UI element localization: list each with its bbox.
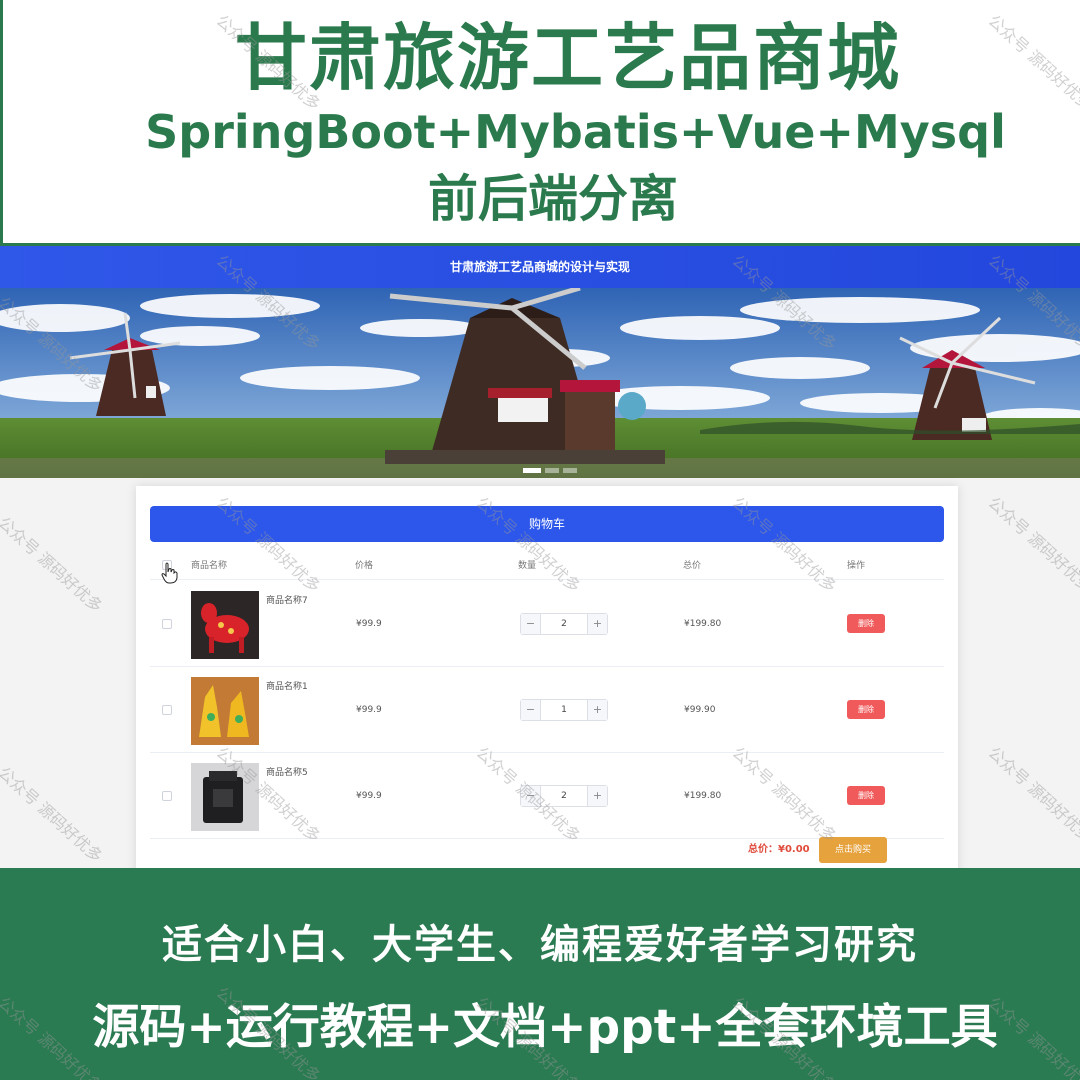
- column-header-actions: 操作: [847, 561, 866, 571]
- column-header-subtotal: 总价: [683, 561, 702, 571]
- quantity-stepper: − 1 +: [520, 699, 608, 721]
- cart-table-header: 商品名称 价格 数量 总价 操作: [150, 550, 944, 580]
- cart-row: 商品名称7 ¥99.9 − 2 + ¥199.80 删除: [150, 581, 944, 667]
- quantity-input[interactable]: 2: [541, 786, 587, 806]
- delete-button[interactable]: 删除: [847, 700, 885, 719]
- decrease-quantity-button[interactable]: −: [521, 700, 541, 720]
- cart-total: 总价：¥0.00: [748, 844, 810, 855]
- carousel-image-windmills: [0, 288, 1080, 478]
- product-name: 商品名称5: [266, 768, 308, 778]
- increase-quantity-button[interactable]: +: [587, 614, 607, 634]
- column-header-price: 价格: [355, 561, 374, 571]
- delete-button[interactable]: 删除: [847, 786, 885, 805]
- product-price: ¥99.9: [356, 705, 382, 715]
- app-screenshot: 甘肃旅游工艺品商城的设计与实现 购物车 商品名称 价格 数量 总价 操作 商品名…: [0, 246, 1080, 868]
- row-subtotal: ¥99.90: [684, 705, 716, 715]
- product-image: [191, 763, 259, 831]
- buy-button[interactable]: 点击购买: [819, 837, 887, 863]
- cart-title: 购物车: [150, 506, 944, 542]
- row-subtotal: ¥199.80: [684, 791, 722, 801]
- delete-button[interactable]: 删除: [847, 614, 885, 633]
- promo-top-banner: 甘肃旅游工艺品商城 SpringBoot+Mybatis+Vue+Mysql 前…: [0, 0, 1080, 246]
- app-header-title: 甘肃旅游工艺品商城的设计与实现: [0, 246, 1080, 288]
- product-name: 商品名称1: [266, 682, 308, 692]
- row-checkbox[interactable]: [162, 705, 172, 715]
- cart-row: 商品名称5 ¥99.9 − 2 + ¥199.80 删除: [150, 753, 944, 839]
- row-checkbox[interactable]: [162, 791, 172, 801]
- carousel[interactable]: [0, 288, 1080, 478]
- increase-quantity-button[interactable]: +: [587, 786, 607, 806]
- quantity-input[interactable]: 2: [541, 614, 587, 634]
- cart-row: 商品名称1 ¥99.9 − 1 + ¥99.90 删除: [150, 667, 944, 753]
- product-image: [191, 591, 259, 659]
- promo-bottom-banner: 适合小白、大学生、编程爱好者学习研究 源码+运行教程+文档+ppt+全套环境工具: [0, 868, 1080, 1080]
- increase-quantity-button[interactable]: +: [587, 700, 607, 720]
- product-name: 商品名称7: [266, 596, 308, 606]
- carousel-indicators: [523, 468, 577, 473]
- product-price: ¥99.9: [356, 791, 382, 801]
- product-image: [191, 677, 259, 745]
- product-price: ¥99.9: [356, 619, 382, 629]
- promo-contents: 源码+运行教程+文档+ppt+全套环境工具: [92, 1000, 998, 1055]
- cart-card: 购物车 商品名称 价格 数量 总价 操作 商品名称7 ¥99.9 − 2 + ¥…: [136, 486, 958, 868]
- row-subtotal: ¥199.80: [684, 619, 722, 629]
- quantity-input[interactable]: 1: [541, 700, 587, 720]
- promo-audience: 适合小白、大学生、编程爱好者学习研究: [162, 922, 918, 968]
- quantity-stepper: − 2 +: [520, 613, 608, 635]
- decrease-quantity-button[interactable]: −: [521, 786, 541, 806]
- decrease-quantity-button[interactable]: −: [521, 614, 541, 634]
- carousel-dot-2[interactable]: [545, 468, 559, 473]
- quantity-stepper: − 2 +: [520, 785, 608, 807]
- column-header-quantity: 数量: [518, 561, 537, 571]
- row-checkbox[interactable]: [162, 619, 172, 629]
- promo-title: 甘肃旅游工艺品商城: [234, 16, 901, 100]
- carousel-dot-3[interactable]: [563, 468, 577, 473]
- carousel-dot-1[interactable]: [523, 468, 541, 473]
- promo-tech-stack: SpringBoot+Mybatis+Vue+Mysql: [145, 105, 1006, 159]
- column-header-name: 商品名称: [191, 561, 228, 571]
- promo-architecture: 前后端分离: [428, 170, 678, 228]
- hand-cursor-icon: [161, 562, 178, 584]
